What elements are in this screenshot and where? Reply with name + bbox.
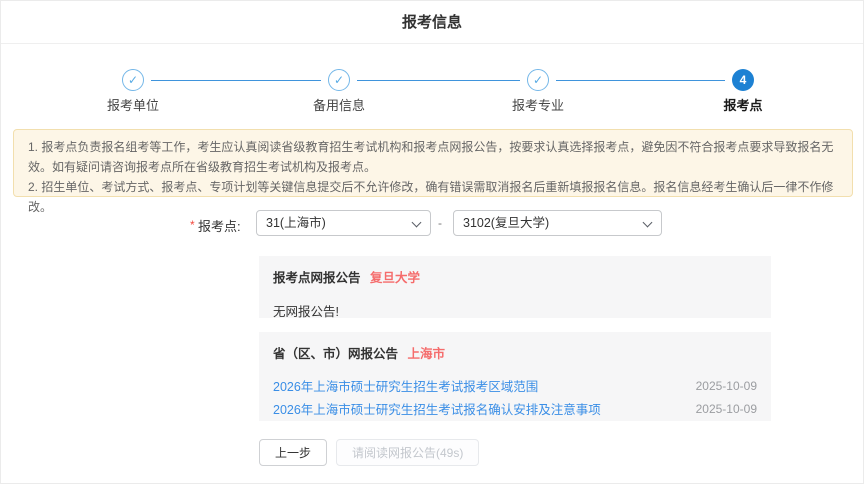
- notice-line-2: 2. 招生单位、考试方式、报考点、专项计划等关键信息提交后不允许修改，确有错误需…: [28, 177, 838, 217]
- page-title: 报考信息: [1, 1, 863, 44]
- select-separator: -: [438, 216, 442, 230]
- province-announcement-title: 省（区、市）网报公告: [273, 347, 398, 361]
- province-announcement-target: 上海市: [407, 347, 445, 361]
- application-info-page: 报考信息 ✓ ✓ ✓ 4 报考单位 备用信息 报考专业 报考点 1. 报考点负责…: [0, 0, 864, 484]
- required-asterisk: *: [190, 218, 195, 232]
- site-announcement-title: 报考点网报公告: [273, 271, 361, 285]
- step-connector-line: [357, 80, 520, 81]
- step-4-number-badge: 4: [732, 69, 754, 91]
- previous-step-button[interactable]: 上一步: [259, 439, 327, 466]
- exam-site-select-value: 3102(复旦大学): [463, 216, 549, 230]
- notice-line-1: 1. 报考点负责报名组考等工作，考生应认真阅读省级教育招生考试机构和报考点网报公…: [28, 137, 838, 177]
- notice-box: 1. 报考点负责报名组考等工作，考生应认真阅读省级教育招生考试机构和报考点网报公…: [13, 129, 853, 197]
- step-label-baokao-zhuanye: 报考专业: [478, 95, 598, 114]
- announcement-row: 2026年上海市硕士研究生招生考试报考区域范围 2025-10-09: [273, 374, 757, 397]
- step-label-beiyong-xinxi: 备用信息: [279, 95, 399, 114]
- step-connector-line: [556, 80, 725, 81]
- province-announcement-panel: 省（区、市）网报公告 上海市 2026年上海市硕士研究生招生考试报考区域范围 2…: [259, 332, 771, 421]
- read-announcement-countdown-button[interactable]: 请阅读网报公告(49s): [336, 439, 479, 466]
- exam-site-select[interactable]: 3102(复旦大学): [453, 210, 662, 236]
- announcement-date: 2025-10-09: [696, 379, 757, 393]
- exam-site-field-label: 报考点:: [198, 216, 241, 235]
- province-select[interactable]: 31(上海市): [256, 210, 431, 236]
- announcement-link-confirmation-notes[interactable]: 2026年上海市硕士研究生招生考试报名确认安排及注意事项: [273, 399, 601, 418]
- step-connector-line: [151, 80, 321, 81]
- announcement-list: 2026年上海市硕士研究生招生考试报考区域范围 2025-10-09 2026年…: [273, 374, 757, 420]
- announcement-link-region-scope[interactable]: 2026年上海市硕士研究生招生考试报考区域范围: [273, 376, 538, 395]
- step-label-baokao-danwei: 报考单位: [73, 95, 193, 114]
- site-announcement-panel: 报考点网报公告 复旦大学 无网报公告!: [259, 256, 771, 318]
- announcement-row: 2026年上海市硕士研究生招生考试报名确认安排及注意事项 2025-10-09: [273, 397, 757, 420]
- site-announcement-target: 复旦大学: [370, 271, 420, 285]
- step-1-check-icon: ✓: [122, 69, 144, 91]
- announcement-date: 2025-10-09: [696, 402, 757, 416]
- chevron-down-icon: [643, 218, 653, 228]
- chevron-down-icon: [412, 218, 422, 228]
- step-label-baokao-dian: 报考点: [683, 95, 803, 114]
- province-select-value: 31(上海市): [266, 216, 326, 230]
- step-2-check-icon: ✓: [328, 69, 350, 91]
- step-3-check-icon: ✓: [527, 69, 549, 91]
- action-bar: 上一步 请阅读网报公告(49s): [259, 439, 479, 466]
- site-announcement-empty-text: 无网报公告!: [273, 301, 757, 320]
